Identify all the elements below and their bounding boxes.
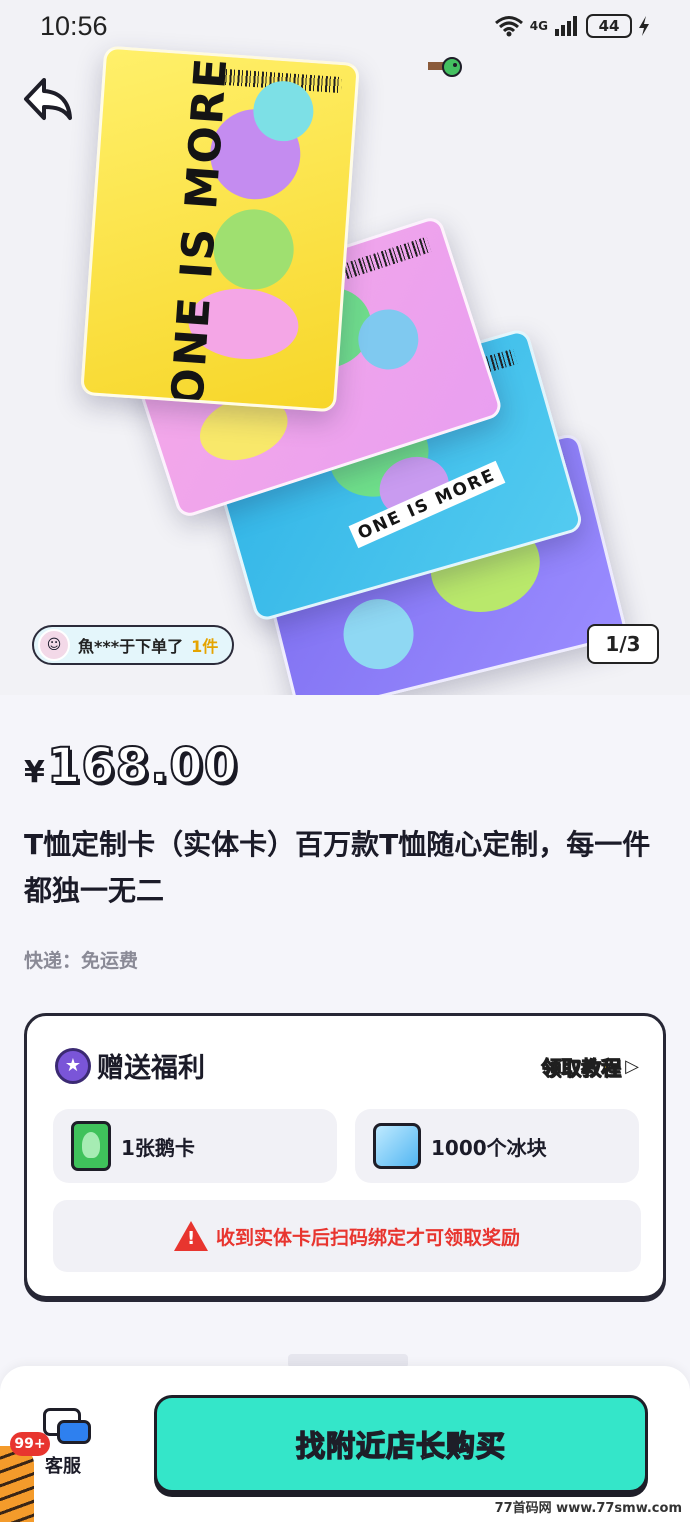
binding-warning: ! 收到实体卡后扫码绑定才可领取奖励 — [53, 1200, 641, 1272]
back-arrow-icon[interactable] — [22, 76, 74, 122]
avatar: ☺ — [38, 629, 70, 661]
product-image-carousel[interactable]: ONE IS MORE ONE IS MORE ☺ 魚***于下单了 1件 1/… — [0, 0, 690, 695]
service-label: 客服 — [45, 1456, 81, 1477]
image-counter: 1/3 — [587, 624, 659, 664]
recent-order-text: 魚***于下单了 — [78, 637, 184, 656]
currency-symbol: ¥ — [24, 755, 45, 790]
benefits-title: 赠送福利 — [97, 1053, 205, 1084]
tiger-mascot-icon — [0, 1446, 34, 1522]
price-value: 168.00 — [46, 737, 239, 795]
penguin-card-icon — [71, 1121, 111, 1171]
status-time: 10:56 — [40, 10, 108, 41]
star-medal-icon: ★ — [55, 1047, 91, 1084]
status-bar: 10:56 4G 44 — [0, 0, 690, 52]
product-price: ¥ 168.00 — [24, 737, 239, 795]
buy-nearby-button[interactable]: 找附近店长购买 — [154, 1395, 648, 1493]
reward-label: 1000个冰块 — [431, 1135, 547, 1160]
warning-text: 收到实体卡后扫码绑定才可领取奖励 — [215, 1226, 520, 1249]
signal-icon — [555, 16, 577, 36]
penguin-mascot-icon — [428, 57, 462, 77]
benefits-card: ★ 赠送福利 领取教程 ▷ 1张鹅卡 1000个冰块 ! 收到实体卡后扫码绑定才… — [24, 1013, 666, 1299]
claim-tutorial-link[interactable]: 领取教程 ▷ — [541, 1052, 639, 1081]
benefits-header: ★ 赠送福利 — [55, 1046, 205, 1085]
product-title: T恤定制卡（实体卡）百万款T恤随心定制，每一件都独一无二 — [24, 828, 651, 907]
warning-icon: ! — [173, 1221, 208, 1251]
reward-label: 1张鹅卡 — [121, 1135, 195, 1160]
status-icons: 4G 44 — [494, 14, 650, 38]
ice-cube-icon — [373, 1123, 421, 1169]
card-image-yellow: ONE IS MORE — [80, 45, 360, 413]
recent-order-qty: 1件 — [191, 637, 219, 656]
wifi-icon — [494, 16, 523, 37]
reward-item: 1张鹅卡 — [53, 1109, 337, 1183]
recent-order-ticker: ☺ 魚***于下单了 1件 — [32, 625, 235, 665]
play-arrow-icon: ▷ — [625, 1056, 639, 1077]
watermark: 77首码网 www.77smw.com — [494, 1501, 682, 1516]
network-type: 4G — [529, 19, 548, 33]
unread-badge: 99+ — [10, 1432, 50, 1456]
shipping-info: 快递：免运费 — [24, 950, 139, 972]
charging-icon — [639, 16, 649, 36]
reward-item: 1000个冰块 — [355, 1109, 639, 1183]
tutorial-label: 领取教程 — [541, 1056, 622, 1081]
battery-icon: 44 — [586, 14, 632, 38]
